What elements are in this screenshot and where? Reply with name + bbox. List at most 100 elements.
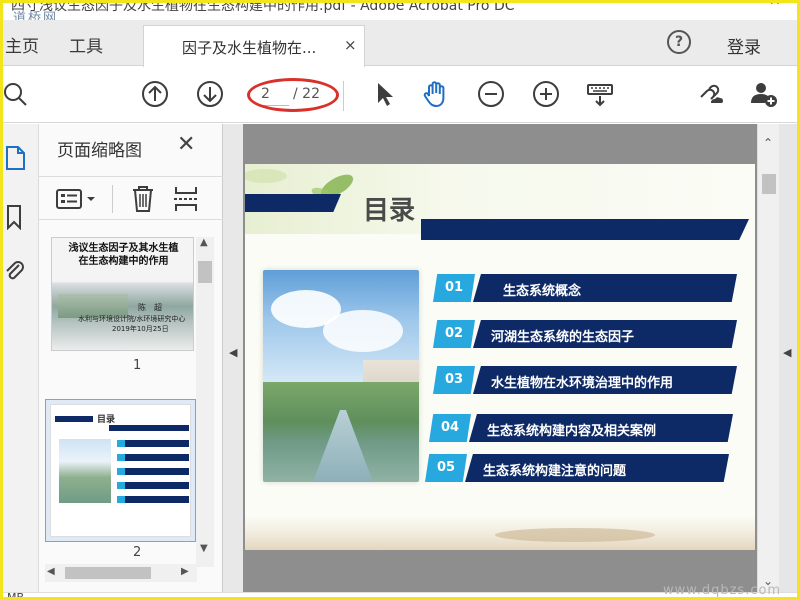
toc-item-5[interactable]: 05 生态系统构建注意的问题 (425, 454, 735, 482)
scrollbar-thumb[interactable] (762, 174, 776, 194)
toc-text: 生态系统构建内容及相关案例 (487, 424, 657, 439)
toc-number: 01 (433, 274, 475, 302)
thumbnail-page-number: 2 (133, 545, 142, 560)
search-icon[interactable] (3, 79, 33, 109)
slide-page: 目录 01 生态系统概念 02 河湖生态系统的生态因子 03 水生植物在水环境治… (245, 164, 755, 550)
panel-divider (112, 185, 113, 213)
select-cursor-icon[interactable] (369, 79, 399, 109)
page-total: / 22 (293, 86, 320, 102)
window-title: 四寸浅议生态因子及水生植物在生态构建中的作用.pdf - Adobe Acrob… (11, 0, 515, 14)
minimize-icon[interactable] (703, 1, 717, 2)
scroll-up-arrow-icon[interactable]: ▲ (200, 237, 208, 248)
maximize-icon[interactable] (738, 0, 750, 3)
page-thumbnails-panel: 页面缩略图 ✕ 浅议生态因子及其水生植 在生态构建中的作用 陈 超 水利与环境设… (39, 124, 223, 592)
panel-collapse-strip[interactable]: ◀ (223, 124, 243, 592)
panel-title: 页面缩略图 (57, 141, 142, 161)
app-window: 四寸浅议生态因子及水生植物在生态构建中的作用.pdf - Adobe Acrob… (0, 0, 800, 600)
login-button[interactable]: 登录 (727, 33, 761, 58)
thumb2-photo (59, 439, 111, 503)
delete-icon[interactable] (131, 185, 155, 213)
page-thumbnails-icon[interactable] (5, 144, 27, 172)
toc-item-2[interactable]: 02 河湖生态系统的生态因子 (433, 320, 743, 348)
toc-text: 河湖生态系统的生态因子 (491, 330, 635, 345)
toc-number: 03 (433, 366, 475, 394)
tab-document-label: 因子及水生植物在... (182, 39, 317, 57)
keyboard-display-icon[interactable] (585, 79, 615, 109)
thumb1-org: 水利与环境设计院/水环境研究中心 (78, 315, 186, 323)
bookmark-icon[interactable] (5, 204, 23, 230)
zoom-in-icon[interactable] (531, 79, 561, 109)
tab-document[interactable]: 因子及水生植物在... × (143, 25, 365, 67)
thumb2-header-bar (55, 416, 93, 422)
title-bar-right (421, 219, 749, 240)
document-scrollbar[interactable]: ⌃ ⌄ (757, 124, 779, 592)
toc-item-3[interactable]: 03 水生植物在水环境治理中的作用 (433, 366, 743, 394)
left-navigation-rail (3, 124, 39, 592)
page-thumbnail-2-selected[interactable]: 目录 (45, 399, 196, 542)
thumbnail-scrollbar-vertical[interactable]: ▲ ▼ (196, 237, 214, 567)
thumb2-row (117, 496, 189, 503)
thumb2-title: 目录 (97, 415, 116, 425)
scrollbar-thumb[interactable] (65, 567, 151, 579)
attachment-icon[interactable] (5, 259, 25, 285)
page-thumbnail-1[interactable]: 浅议生态因子及其水生植 在生态构建中的作用 陈 超 水利与环境设计院/水环境研究… (51, 237, 194, 351)
pebbles-decoration (495, 528, 655, 542)
help-icon[interactable]: ? (667, 30, 691, 54)
close-window-icon[interactable]: ✕ (769, 3, 781, 9)
thumb2-row (117, 468, 189, 475)
cloud (323, 310, 403, 352)
panel-toolbar (39, 176, 223, 220)
thumb1-title-line2: 在生态构建中的作用 (78, 256, 169, 267)
page-number-input[interactable]: 2 (261, 86, 289, 106)
add-user-icon[interactable] (749, 79, 779, 109)
thumb1-author: 陈 超 (138, 303, 162, 312)
toc-text: 生态系统构建注意的问题 (483, 464, 627, 479)
tab-bar: 主页 工具 因子及水生植物在... × ? 登录 (3, 20, 797, 67)
thumbnail-page: 目录 (50, 404, 191, 537)
title-bar: 四寸浅议生态因子及水生植物在生态构建中的作用.pdf - Adobe Acrob… (3, 0, 797, 26)
scroll-right-arrow-icon[interactable]: ▶ (181, 566, 189, 577)
title-bar-left (245, 194, 341, 212)
tab-tools[interactable]: 工具 (69, 32, 103, 57)
extract-pages-icon[interactable] (173, 185, 199, 213)
thumb2-row (117, 454, 189, 461)
watermark-bottom: www.dqbzs.com (663, 583, 782, 598)
scroll-up-arrow-icon[interactable]: ⌃ (763, 136, 773, 150)
scroll-down-arrow-icon[interactable]: ▼ (200, 543, 208, 554)
toc-text: 生态系统概念 (503, 284, 582, 299)
previous-page-icon[interactable] (140, 79, 170, 109)
tab-home[interactable]: 主页 (5, 32, 39, 57)
toolbar: 2 / 22 (3, 67, 797, 123)
toc-number: 05 (425, 454, 467, 482)
expand-arrow-icon[interactable]: ◀ (783, 346, 791, 359)
thumb1-date: 2019年10月25日 (112, 325, 169, 333)
toc-number: 02 (433, 320, 475, 348)
thumbnail-scrollbar-horizontal[interactable]: ◀ ▶ (45, 564, 197, 582)
share-link-icon[interactable] (695, 79, 725, 109)
page-navigator: 2 / 22 (247, 78, 339, 112)
thumb2-row (117, 482, 189, 489)
slide-title: 目录 (363, 196, 416, 226)
toc-item-1[interactable]: 01 生态系统概念 (433, 274, 743, 302)
zoom-out-icon[interactable] (476, 79, 506, 109)
close-tab-icon[interactable]: × (344, 36, 357, 54)
document-view: 目录 01 生态系统概念 02 河湖生态系统的生态因子 03 水生植物在水环境治… (243, 124, 757, 592)
options-menu-icon[interactable] (55, 187, 99, 211)
status-bar: MB www.dqbzs.com (3, 583, 797, 600)
file-size-label: MB (7, 591, 25, 600)
river-landscape-photo (263, 270, 419, 482)
thumbnail-page-number: 1 (133, 358, 142, 373)
thumb2-header-bar-right (109, 425, 189, 431)
right-panel-toggle[interactable]: ◀ (779, 124, 797, 592)
toc-item-4[interactable]: 04 生态系统构建内容及相关案例 (429, 414, 739, 442)
hand-tool-icon[interactable] (421, 79, 451, 109)
toolbar-divider (343, 81, 344, 111)
close-panel-icon[interactable]: ✕ (177, 132, 195, 157)
toc-text: 水生植物在水环境治理中的作用 (491, 376, 674, 391)
scrollbar-thumb[interactable] (198, 261, 212, 283)
next-page-icon[interactable] (195, 79, 225, 109)
toc-number: 04 (429, 414, 471, 442)
thumb2-row (117, 440, 189, 447)
scroll-left-arrow-icon[interactable]: ◀ (47, 566, 55, 577)
collapse-arrow-icon[interactable]: ◀ (229, 346, 237, 359)
